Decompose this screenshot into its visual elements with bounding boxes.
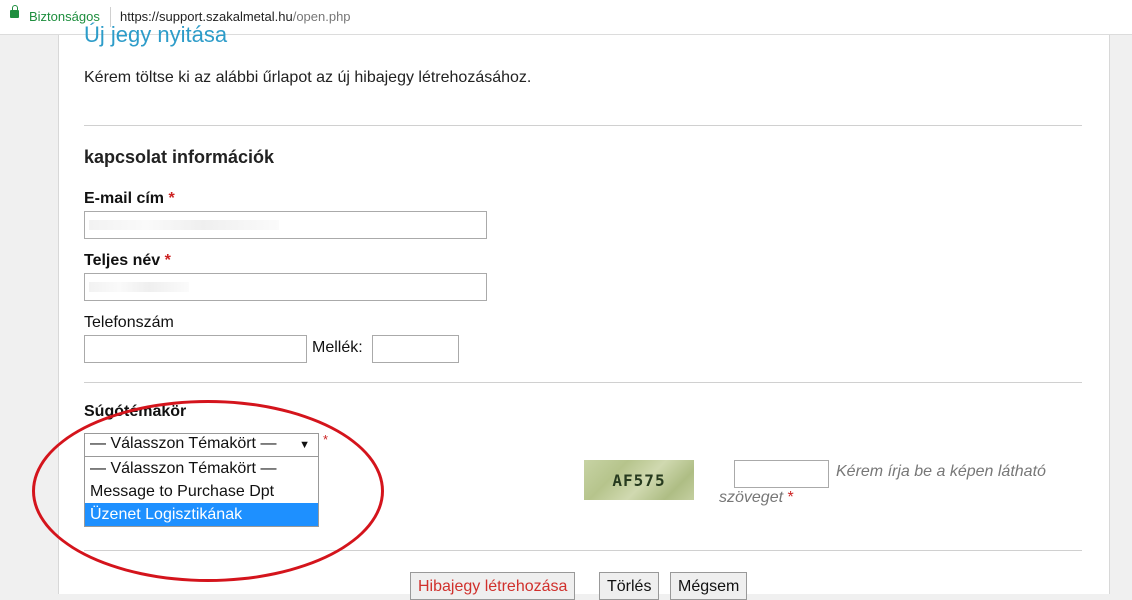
redacted-value [89, 220, 279, 230]
lock-icon [10, 5, 19, 18]
topic-option[interactable]: — Válasszon Témakört — [85, 457, 318, 480]
required-mark: * [164, 252, 171, 269]
phone-label: Telefonszám [84, 314, 174, 331]
url-path: /open.php [292, 9, 351, 24]
name-label-text: Teljes név [84, 252, 161, 269]
ticket-form-page: Új jegy nyitása Kérem töltse ki az alább… [58, 22, 1110, 600]
required-mark: * [168, 190, 175, 207]
topic-option-highlighted[interactable]: Üzenet Logisztikának [85, 503, 318, 526]
chevron-down-icon: ▼ [299, 439, 310, 451]
email-label: E-mail cím * [84, 190, 175, 208]
divider [84, 125, 1082, 126]
extension-label: Mellék: [312, 339, 363, 356]
email-field[interactable] [84, 211, 487, 239]
email-label-text: E-mail cím [84, 190, 165, 207]
captcha-code: AF575 [612, 470, 666, 490]
section-title: kapcsolat információk [84, 147, 275, 167]
captcha-hint-line2-text: szöveget [719, 489, 784, 506]
intro-text: Kérem töltse ki az alábbi űrlapot az új … [84, 69, 532, 86]
captcha-hint-line2: szöveget * [719, 489, 794, 507]
redacted-value [89, 282, 189, 292]
required-mark: * [323, 432, 329, 447]
cancel-button[interactable]: Mégsem [670, 572, 748, 600]
reset-button[interactable]: Törlés [599, 572, 660, 600]
help-topic-selected: — Válasszon Témakört — [90, 435, 277, 452]
name-label: Teljes név * [84, 252, 171, 270]
create-ticket-button[interactable]: Hibajegy létrehozása [410, 572, 576, 600]
divider [84, 382, 1082, 383]
topic-option[interactable]: Message to Purchase Dpt [85, 480, 318, 503]
full-name-field[interactable] [84, 273, 487, 301]
required-mark: * [787, 489, 794, 506]
help-topic-label: Súgótémakör [84, 403, 187, 420]
captcha-image: AF575 [584, 460, 694, 500]
page-title: Új jegy nyitása [84, 22, 228, 47]
extension-field[interactable] [372, 335, 459, 363]
phone-field[interactable] [84, 335, 307, 363]
help-topic-select[interactable]: — Válasszon Témakört — ▼ [84, 433, 319, 457]
captcha-hint-line1: Kérem írja be a képen látható [836, 463, 1046, 480]
help-topic-dropdown[interactable]: — Válasszon Témakört — Message to Purcha… [84, 456, 319, 527]
captcha-input[interactable] [734, 460, 829, 488]
divider [84, 550, 1082, 551]
